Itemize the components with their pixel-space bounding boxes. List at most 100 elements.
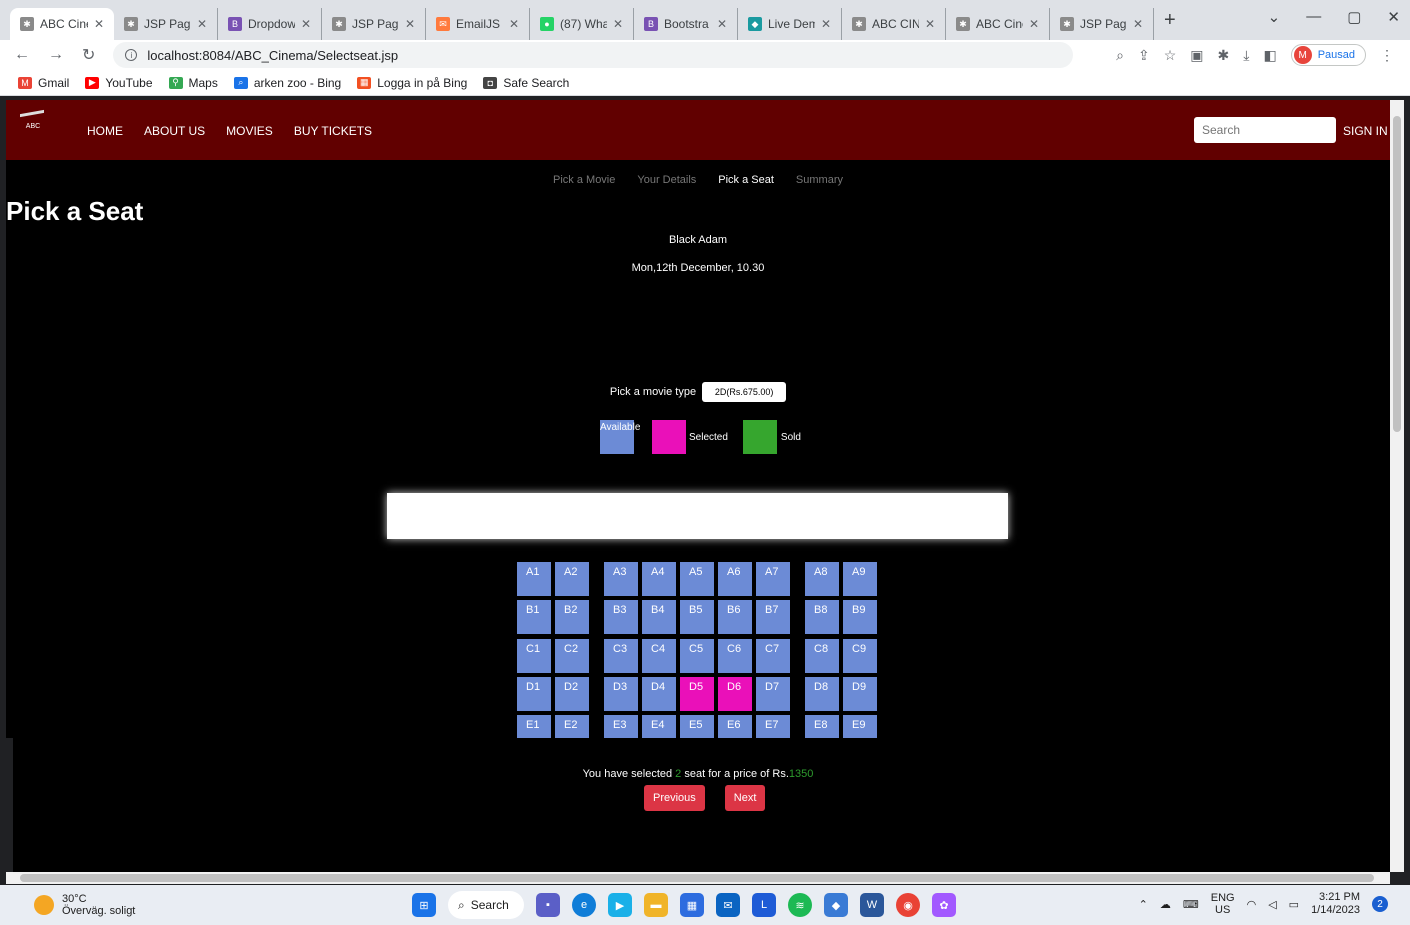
nav-link-about-us[interactable]: ABOUT US <box>144 124 205 138</box>
weather-widget[interactable]: 30°C Överväg. soligt <box>34 893 135 917</box>
previous-button[interactable]: Previous <box>644 785 705 811</box>
movie-type-select[interactable]: 2D(Rs.675.00) <box>702 382 787 402</box>
tab-close-icon[interactable]: ✕ <box>94 17 104 31</box>
seat-c3[interactable]: C3 <box>604 639 638 673</box>
address-bar[interactable]: i localhost:8084/ABC_Cinema/Selectseat.j… <box>113 42 1074 68</box>
browser-tab[interactable]: ✉ EmailJS ✕ <box>426 8 530 40</box>
seat-a3[interactable]: A3 <box>604 562 638 596</box>
seat-e6[interactable]: E6 <box>718 715 752 738</box>
back-icon[interactable]: ← <box>14 46 30 64</box>
lightshot-icon[interactable]: L <box>752 893 776 917</box>
bookmark-star-icon[interactable]: ☆ <box>1164 47 1177 64</box>
browser-tab[interactable]: B Dropdow ✕ <box>218 8 322 40</box>
start-windows-icon[interactable]: ⊞ <box>412 893 436 917</box>
seat-b8[interactable]: B8 <box>805 600 839 634</box>
tab-close-icon[interactable]: ✕ <box>925 17 935 31</box>
seat-b5[interactable]: B5 <box>680 600 714 634</box>
seat-a6[interactable]: A6 <box>718 562 752 596</box>
seat-b7[interactable]: B7 <box>756 600 790 634</box>
seat-d6[interactable]: D6 <box>718 677 752 711</box>
nav-link-home[interactable]: HOME <box>87 124 123 138</box>
seat-e2[interactable]: E2 <box>555 715 589 738</box>
browser-tab[interactable]: ✱ ABC CINE ✕ <box>842 8 946 40</box>
horizontal-scroll-thumb[interactable] <box>20 874 1374 882</box>
seat-d7[interactable]: D7 <box>756 677 790 711</box>
bookmark-item[interactable]: ◘ Safe Search <box>483 76 569 90</box>
reload-icon[interactable]: ↻ <box>82 45 95 65</box>
clock[interactable]: 3:21 PM 1/14/2023 <box>1311 891 1360 917</box>
seat-c2[interactable]: C2 <box>555 639 589 673</box>
seat-b2[interactable]: B2 <box>555 600 589 634</box>
forward-icon[interactable]: → <box>48 46 64 64</box>
step-pick-movie[interactable]: Pick a Movie <box>553 174 615 186</box>
zoom-icon[interactable]: ⌕ <box>1116 47 1124 64</box>
browser-tab[interactable]: ● (87) Wha ✕ <box>530 8 634 40</box>
tab-close-icon[interactable]: ✕ <box>301 17 311 31</box>
bookmark-item[interactable]: ▦ Logga in på Bing <box>357 76 467 90</box>
horizontal-scrollbar[interactable] <box>6 872 1390 884</box>
download-icon[interactable]: ⤓ <box>1243 47 1249 64</box>
minimize-icon[interactable]: — <box>1306 8 1321 26</box>
edge-icon[interactable]: e <box>572 893 596 917</box>
virtualbox-icon[interactable]: ◆ <box>824 893 848 917</box>
seat-d2[interactable]: D2 <box>555 677 589 711</box>
seat-d3[interactable]: D3 <box>604 677 638 711</box>
seat-e7[interactable]: E7 <box>756 715 790 738</box>
tab-close-icon[interactable]: ✕ <box>197 17 207 31</box>
file-explorer-icon[interactable]: ▬ <box>644 893 668 917</box>
seat-e8[interactable]: E8 <box>805 715 839 738</box>
seat-c6[interactable]: C6 <box>718 639 752 673</box>
nav-link-movies[interactable]: MOVIES <box>226 124 273 138</box>
taskbar-search[interactable]: ⌕ Search <box>448 891 524 919</box>
onedrive-icon[interactable]: ☁ <box>1160 898 1171 911</box>
site-info-icon[interactable]: i <box>125 49 138 61</box>
battery-icon[interactable]: ▭ <box>1289 898 1299 911</box>
step-summary[interactable]: Summary <box>796 174 843 186</box>
seat-a2[interactable]: A2 <box>555 562 589 596</box>
seat-a7[interactable]: A7 <box>756 562 790 596</box>
tab-close-icon[interactable]: ✕ <box>613 17 623 31</box>
tab-search-icon[interactable]: ⌄ <box>1268 8 1281 26</box>
browser-tab[interactable]: B Bootstra ✕ <box>634 8 738 40</box>
step-your-details[interactable]: Your Details <box>637 174 696 186</box>
seat-a5[interactable]: A5 <box>680 562 714 596</box>
seat-b1[interactable]: B1 <box>517 600 551 634</box>
teams-icon[interactable]: ▪ <box>536 893 560 917</box>
seat-c1[interactable]: C1 <box>517 639 551 673</box>
browser-tab[interactable]: ✱ JSP Page ✕ <box>322 8 426 40</box>
vertical-scrollbar[interactable] <box>1390 100 1404 872</box>
tray-overflow-icon[interactable]: ⌃ <box>1139 898 1148 911</box>
tab-close-icon[interactable]: ✕ <box>1029 17 1039 31</box>
play-store-icon[interactable]: ▶ <box>608 893 632 917</box>
seat-c7[interactable]: C7 <box>756 639 790 673</box>
bookmark-item[interactable]: ⌕ arken zoo - Bing <box>233 76 341 90</box>
new-tab-button[interactable]: + <box>1164 9 1176 32</box>
nav-link-buy-tickets[interactable]: BUY TICKETS <box>294 124 372 138</box>
extensions-puzzle-icon[interactable]: ✱ <box>1218 47 1230 64</box>
seat-c4[interactable]: C4 <box>642 639 676 673</box>
seat-c9[interactable]: C9 <box>843 639 877 673</box>
restore-icon[interactable]: ▢ <box>1347 8 1361 26</box>
bookmark-item[interactable]: ▶ YouTube <box>85 76 153 90</box>
notification-badge[interactable]: 2 <box>1372 896 1388 912</box>
keyboard-icon[interactable]: ⌨ <box>1183 898 1199 911</box>
browser-tab[interactable]: ✱ ABC Cine ✕ <box>946 8 1050 40</box>
site-logo[interactable]: ABC <box>20 109 46 144</box>
seat-c8[interactable]: C8 <box>805 639 839 673</box>
figma-icon[interactable]: ✿ <box>932 893 956 917</box>
word-icon[interactable]: W <box>860 893 884 917</box>
extension-icon[interactable]: ▣ <box>1190 47 1203 64</box>
seat-e3[interactable]: E3 <box>604 715 638 738</box>
seat-a1[interactable]: A1 <box>517 562 551 596</box>
seat-b4[interactable]: B4 <box>642 600 676 634</box>
chrome-icon[interactable]: ◉ <box>896 893 920 917</box>
tab-close-icon[interactable]: ✕ <box>821 17 831 31</box>
seat-b6[interactable]: B6 <box>718 600 752 634</box>
browser-tab[interactable]: ◆ Live Dem ✕ <box>738 8 842 40</box>
seat-c5[interactable]: C5 <box>680 639 714 673</box>
mail-icon[interactable]: ✉ <box>716 893 740 917</box>
seat-d4[interactable]: D4 <box>642 677 676 711</box>
browser-tab[interactable]: ✱ JSP Page ✕ <box>1050 8 1154 40</box>
menu-kebab-icon[interactable]: ⋮ <box>1380 47 1394 64</box>
seat-e9[interactable]: E9 <box>843 715 877 738</box>
